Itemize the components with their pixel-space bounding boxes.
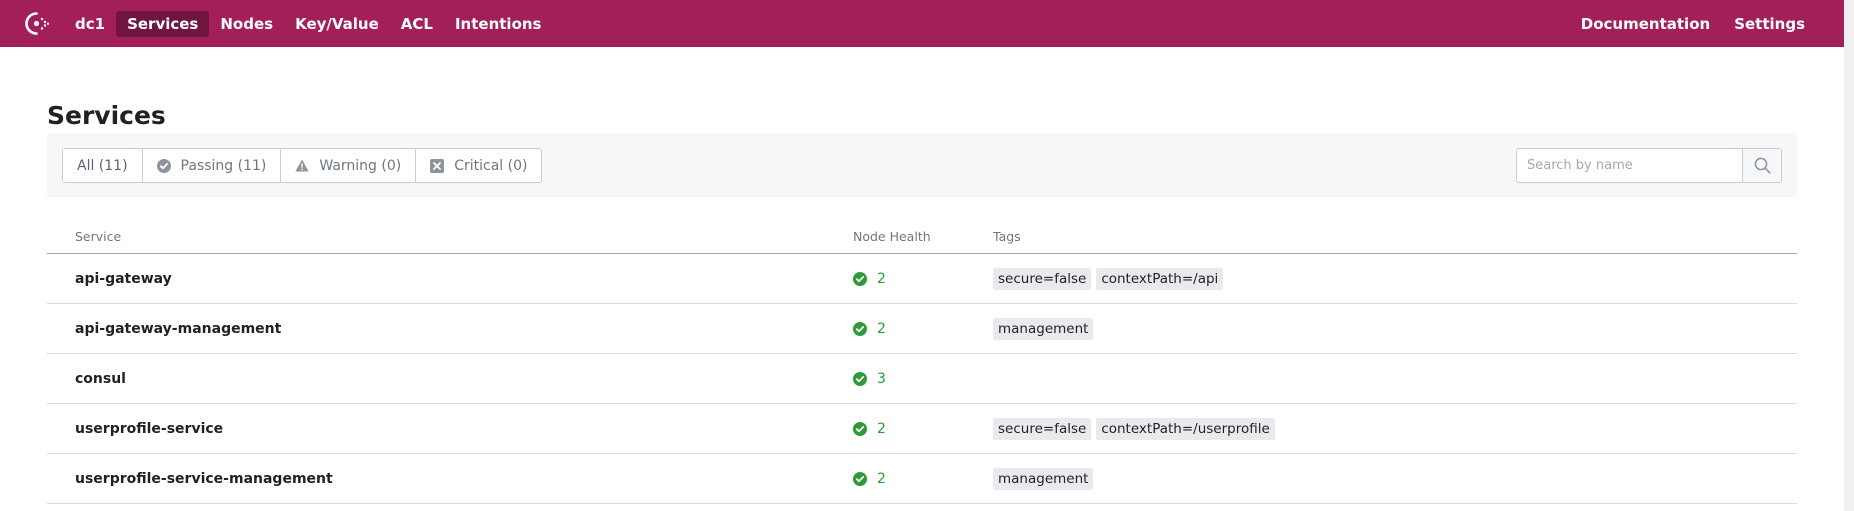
tag: contextPath=/userprofile: [1096, 418, 1275, 440]
table-row[interactable]: userprofile-service-management 2 managem…: [47, 454, 1797, 504]
tag: management: [993, 468, 1094, 490]
nav-settings[interactable]: Settings: [1723, 11, 1816, 37]
column-header-service: Service: [75, 229, 122, 244]
filter-all-button[interactable]: All (11): [63, 149, 143, 182]
nav-acl[interactable]: ACL: [390, 11, 444, 37]
filter-warning-label: Warning (0): [319, 157, 402, 174]
node-health-count: 2: [877, 321, 886, 337]
passing-check-icon: [853, 372, 867, 386]
filter-passing-button[interactable]: Passing (11): [143, 149, 282, 182]
filter-bar: All (11) Passing (11) Warning (0) Critic…: [47, 133, 1797, 197]
search-icon: [1754, 157, 1771, 174]
warning-triangle-icon: [295, 159, 309, 172]
table-row[interactable]: api-gateway 2 secure=false contextPath=/…: [47, 254, 1797, 304]
node-health-count: 2: [877, 471, 886, 487]
node-health: 2: [853, 404, 886, 454]
table-row[interactable]: api-gateway-management 2 management: [47, 304, 1797, 354]
tag: secure=false: [993, 268, 1092, 290]
service-name[interactable]: consul: [75, 354, 126, 404]
passing-check-icon: [853, 422, 867, 436]
node-health-count: 2: [877, 421, 886, 437]
nav-key-value[interactable]: Key/Value: [284, 11, 390, 37]
node-health: 2: [853, 304, 886, 354]
search-button[interactable]: [1742, 149, 1781, 182]
health-filter-group: All (11) Passing (11) Warning (0) Critic…: [62, 148, 543, 183]
service-tags: management: [993, 454, 1098, 504]
nav-documentation[interactable]: Documentation: [1570, 11, 1721, 37]
page-title: Services: [47, 101, 166, 130]
service-tags: secure=false contextPath=/userprofile: [993, 404, 1280, 454]
service-name[interactable]: api-gateway-management: [75, 304, 281, 354]
filter-passing-label: Passing (11): [180, 157, 267, 174]
filter-critical-label: Critical (0): [454, 157, 528, 174]
secondary-nav: Documentation Settings: [1570, 0, 1816, 47]
filter-critical-button[interactable]: Critical (0): [416, 149, 541, 182]
node-health: 2: [853, 454, 886, 504]
passing-check-icon: [853, 272, 867, 286]
node-health: 3: [853, 354, 886, 404]
node-health: 2: [853, 254, 886, 304]
page-scrollbar[interactable]: [1844, 0, 1854, 511]
node-health-count: 2: [877, 271, 886, 287]
service-tags: management: [993, 304, 1098, 354]
node-health-count: 3: [877, 371, 886, 387]
primary-nav: dc1 Services Nodes Key/Value ACL Intenti…: [64, 0, 552, 47]
column-header-node-health: Node Health: [853, 229, 931, 244]
table-row[interactable]: consul 3: [47, 354, 1797, 404]
filter-all-label: All (11): [77, 157, 128, 174]
table-header: Service Node Health Tags: [47, 213, 1797, 254]
top-navigation-bar: dc1 Services Nodes Key/Value ACL Intenti…: [0, 0, 1844, 47]
critical-x-icon: [430, 158, 445, 173]
search-input[interactable]: [1517, 149, 1742, 182]
nav-nodes[interactable]: Nodes: [209, 11, 284, 37]
tag: contextPath=/api: [1096, 268, 1224, 290]
nav-intentions[interactable]: Intentions: [444, 11, 553, 37]
services-table: Service Node Health Tags api-gateway 2 s…: [47, 213, 1797, 504]
service-name[interactable]: userprofile-service-management: [75, 454, 333, 504]
table-row[interactable]: userprofile-service 2 secure=false conte…: [47, 404, 1797, 454]
nav-services[interactable]: Services: [116, 10, 210, 37]
service-name[interactable]: userprofile-service: [75, 404, 223, 454]
tag: management: [993, 318, 1094, 340]
filter-warning-button[interactable]: Warning (0): [281, 149, 417, 182]
datacenter-selector[interactable]: dc1: [64, 11, 116, 37]
check-circle-icon: [156, 158, 171, 173]
consul-logo-icon[interactable]: [24, 11, 51, 36]
tag: secure=false: [993, 418, 1092, 440]
search-box: [1516, 148, 1782, 183]
service-name[interactable]: api-gateway: [75, 254, 172, 304]
passing-check-icon: [853, 322, 867, 336]
column-header-tags: Tags: [993, 229, 1021, 244]
service-tags: secure=false contextPath=/api: [993, 254, 1228, 304]
passing-check-icon: [853, 472, 867, 486]
